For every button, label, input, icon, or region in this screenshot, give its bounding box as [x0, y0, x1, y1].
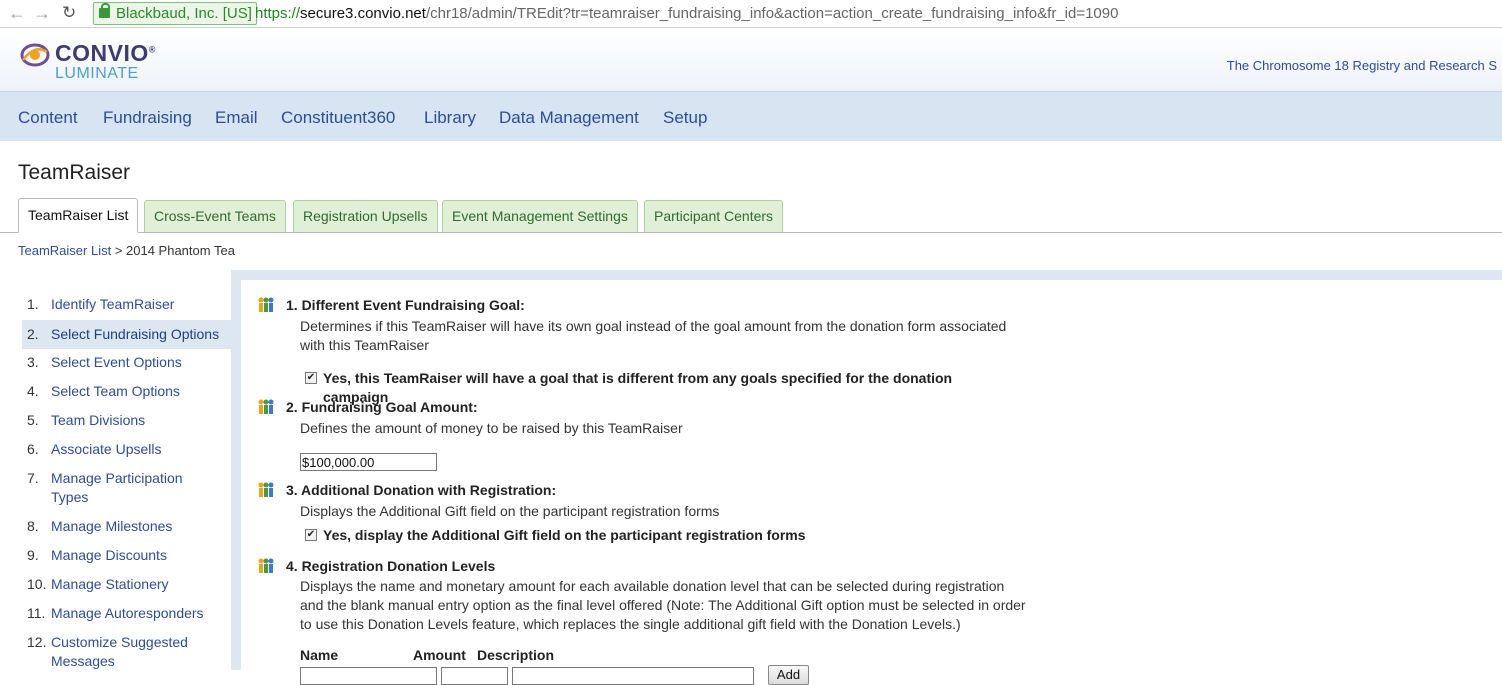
- nav-fundraising[interactable]: Fundraising: [103, 108, 192, 128]
- wizard-steps-sidebar: 1. Identify TeamRaiser 2. Select Fundraisi…: [0, 270, 231, 670]
- people-icon: [258, 399, 274, 414]
- people-icon: [258, 558, 274, 573]
- additional-gift-checkbox[interactable]: ✔: [305, 529, 317, 541]
- column-header-name: Name: [300, 647, 339, 663]
- back-arrow-icon[interactable]: ←: [8, 3, 26, 23]
- nav-content[interactable]: Content: [18, 108, 78, 128]
- people-icon: [258, 482, 274, 497]
- sidebar-step-5[interactable]: 5. Team Divisions: [22, 411, 231, 430]
- url-path: /chr18/admin/TREdit?tr=teamraiser_fundra…: [425, 5, 1119, 22]
- nav-library[interactable]: Library: [424, 108, 476, 128]
- forward-arrow-icon[interactable]: →: [33, 3, 51, 23]
- reload-icon[interactable]: ↻: [62, 3, 76, 23]
- browser-address-bar: ← → ↻ Blackbaud, Inc. [US] https://secur…: [0, 0, 1502, 28]
- breadcrumb-current: > 2014 Phantom Tea: [111, 243, 235, 258]
- tab-teamraiser-list[interactable]: TeamRaiser List: [18, 198, 139, 233]
- question-2-title: 2. Fundraising Goal Amount:: [286, 399, 478, 415]
- nav-data-management[interactable]: Data Management: [499, 108, 639, 128]
- breadcrumb-link-teamraiser-list[interactable]: TeamRaiser List: [18, 243, 111, 258]
- organization-name: The Chromosome 18 Registry and Research …: [1226, 58, 1497, 73]
- sidebar-step-8[interactable]: 8. Manage Milestones: [22, 517, 231, 536]
- additional-gift-checkbox-label: Yes, display the Additional Gift field o…: [323, 527, 806, 543]
- sidebar-step-9[interactable]: 9. Manage Discounts: [22, 546, 231, 565]
- page-title: TeamRaiser: [18, 161, 131, 184]
- people-icon: [258, 297, 274, 312]
- tab-participant-centers[interactable]: Participant Centers: [644, 200, 784, 232]
- tab-cross-event-teams[interactable]: Cross-Event Teams: [144, 200, 286, 232]
- sidebar-step-7[interactable]: 7. Manage Participation Types: [22, 469, 231, 507]
- question-3-description: Displays the Additional Gift field on th…: [300, 503, 720, 519]
- nav-constituent360[interactable]: Constituent360: [281, 108, 395, 128]
- top-navigation: Content Fundraising Email Constituent360…: [0, 91, 1502, 141]
- question-1-title: 1. Different Event Fundraising Goal:: [286, 297, 525, 313]
- tab-registration-upsells[interactable]: Registration Upsells: [293, 200, 438, 232]
- security-badge-label: Blackbaud, Inc. [US]: [116, 5, 252, 22]
- sidebar-step-12[interactable]: 12. Customize Suggested Messages: [22, 633, 231, 671]
- question-3-title: 3. Additional Donation with Registration…: [286, 482, 557, 498]
- question-2-description: Defines the amount of money to be raised…: [300, 420, 683, 436]
- nav-setup[interactable]: Setup: [663, 108, 707, 128]
- logo-text: CONVIO®: [55, 40, 156, 66]
- sidebar-step-10[interactable]: 10. Manage Stationery: [22, 575, 231, 594]
- column-header-description: Description: [477, 647, 555, 663]
- sidebar-step-4[interactable]: 4. Select Team Options: [22, 382, 231, 401]
- goal-amount-input[interactable]: [300, 453, 437, 471]
- url-field[interactable]: https://secure3.convio.net/chr18/admin/T…: [255, 3, 1118, 24]
- convio-logo-icon: [20, 43, 50, 67]
- question-4-description: Displays the name and monetary amount fo…: [300, 578, 1026, 632]
- add-level-button[interactable]: Add: [768, 665, 809, 685]
- question-1-description: Determines if this TeamRaiser will have …: [300, 318, 1007, 353]
- tab-event-management-settings[interactable]: Event Management Settings: [442, 200, 638, 232]
- question-4-title: 4. Registration Donation Levels: [286, 558, 496, 574]
- logo-subtext: LUMINATE: [55, 65, 139, 82]
- sidebar-step-6[interactable]: 6. Associate Upsells: [22, 440, 231, 459]
- sidebar-step-3[interactable]: 3. Select Event Options: [22, 353, 231, 372]
- breadcrumb: TeamRaiser List > 2014 Phantom Tea: [18, 243, 235, 258]
- tab-bar: TeamRaiser List Cross-Event Teams Regist…: [0, 198, 1502, 233]
- security-badge[interactable]: Blackbaud, Inc. [US]: [93, 2, 257, 25]
- different-goal-checkbox[interactable]: ✔: [305, 372, 317, 384]
- nav-email[interactable]: Email: [215, 108, 258, 128]
- sidebar-step-11[interactable]: 11. Manage Autoresponders: [22, 604, 231, 623]
- fundraising-options-form: 1. Different Event Fundraising Goal: Det…: [231, 270, 1502, 685]
- url-host: secure3.convio.net: [300, 5, 426, 22]
- sidebar-step-2[interactable]: 2. Select Fundraising Options: [22, 320, 231, 349]
- sidebar-step-1[interactable]: 1. Identify TeamRaiser: [22, 295, 231, 314]
- url-scheme: https://: [255, 5, 301, 22]
- app-header: CONVIO® LUMINATE The Chromosome 18 Regis…: [0, 29, 1502, 91]
- lock-icon: [99, 3, 110, 18]
- column-header-amount: Amount: [413, 647, 466, 663]
